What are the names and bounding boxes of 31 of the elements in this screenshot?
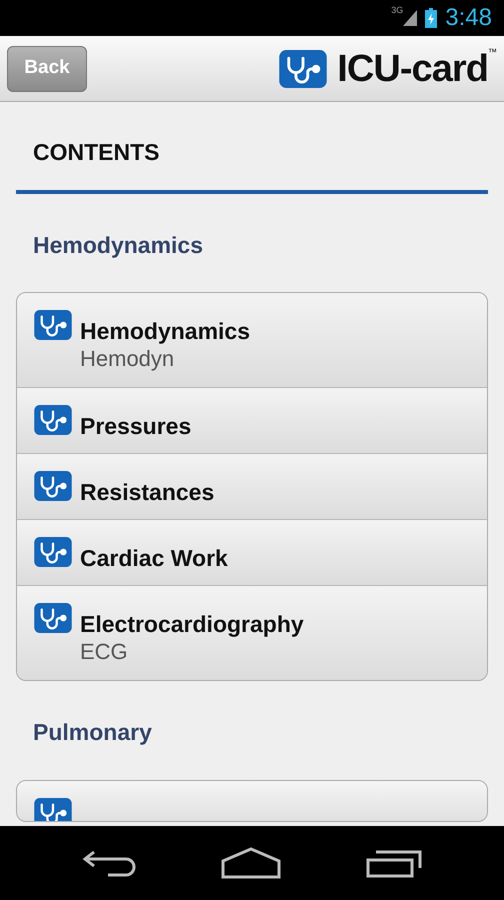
trademark-mark: ™ [488, 46, 497, 56]
stethoscope-icon [34, 603, 72, 633]
signal-icon [403, 9, 418, 27]
stethoscope-icon [279, 50, 328, 88]
list-item[interactable]: Hemodynamics Hemodyn [17, 293, 487, 387]
stethoscope-icon [34, 405, 72, 435]
list-item[interactable]: Pressures [17, 387, 487, 453]
stethoscope-icon [34, 537, 72, 567]
page-title: CONTENTS [16, 102, 488, 194]
home-icon[interactable] [220, 847, 281, 879]
logo-text: ICU-card [337, 46, 488, 90]
clock-label: 3:48 [445, 3, 492, 33]
section-heading: Hemodynamics [32, 230, 204, 260]
item-subtitle: Hemodyn [80, 345, 176, 373]
list-item[interactable]: Cardiac Work [17, 519, 487, 585]
back-icon[interactable] [82, 848, 136, 878]
recent-apps-icon[interactable] [366, 848, 422, 878]
network-label: 3G [391, 4, 404, 17]
item-title: Resistances [80, 478, 214, 506]
item-title: Pressures [80, 412, 192, 440]
stethoscope-icon [34, 310, 72, 340]
item-subtitle: ECG [80, 638, 129, 666]
battery-icon [425, 8, 438, 28]
list-item[interactable]: Electrocardiography ECG [17, 585, 487, 680]
stethoscope-icon [34, 798, 72, 820]
list-item[interactable]: Resistances [17, 453, 487, 519]
item-title: Electrocardiography [80, 610, 304, 638]
section-heading: Pulmonary [32, 718, 153, 747]
item-title: Cardiac Work [80, 544, 228, 572]
item-title: Hemodynamics [80, 317, 250, 345]
stethoscope-icon [34, 471, 72, 501]
